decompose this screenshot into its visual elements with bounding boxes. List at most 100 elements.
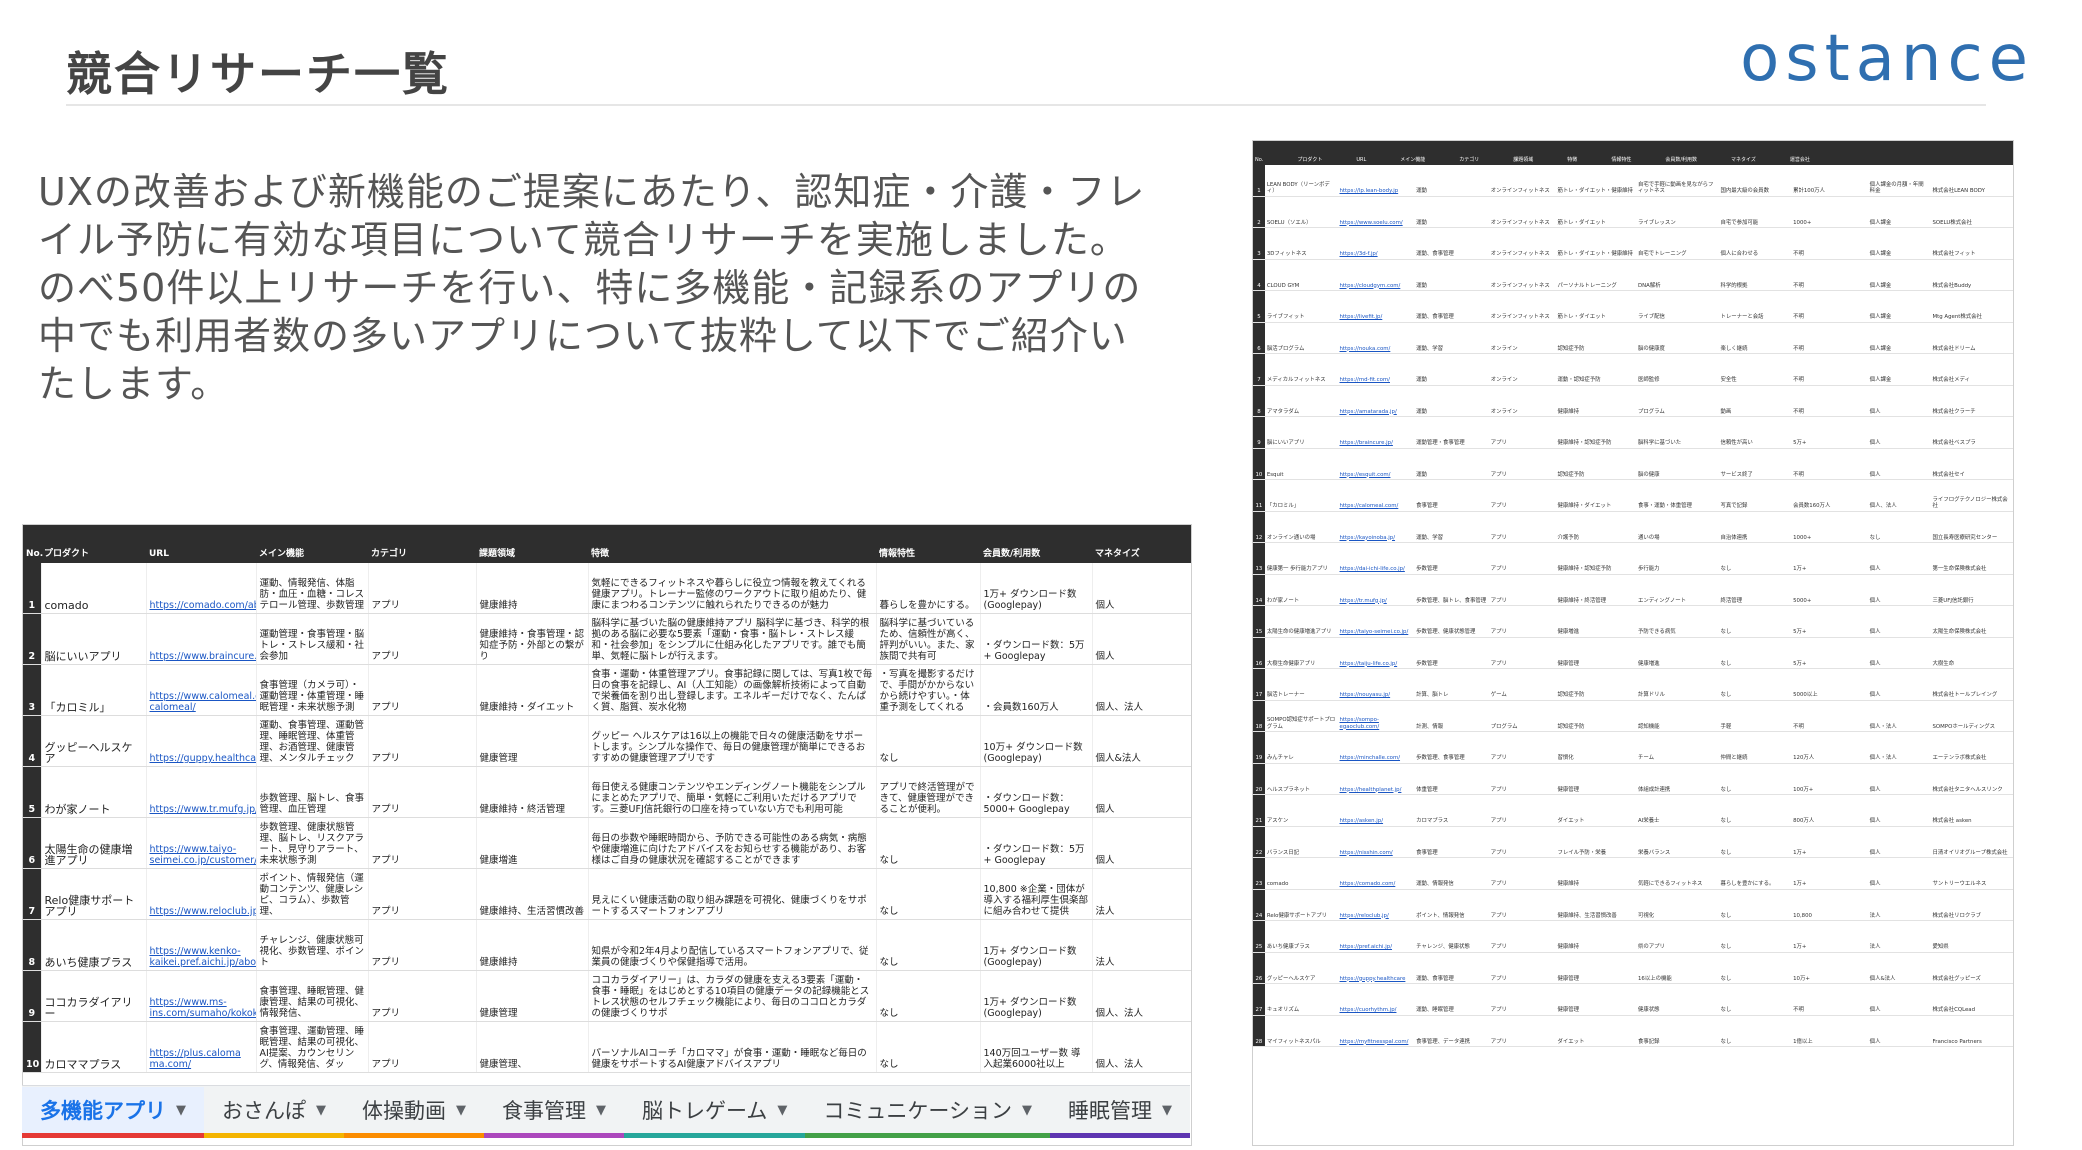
table-cell: 食事・運動・体重管理 bbox=[1637, 503, 1692, 510]
product-link[interactable]: https://lp.lean-body.jp bbox=[1338, 187, 1415, 195]
table-cell: 個人 bbox=[1869, 660, 1881, 667]
product-link[interactable]: https://nouka.com/ bbox=[1338, 345, 1415, 353]
column-header: カテゴリ bbox=[368, 525, 476, 563]
sheet-tab[interactable]: 体操動画 ▼ bbox=[344, 1087, 484, 1138]
table-cell: 21 bbox=[1253, 795, 1265, 826]
table-cell: 食事管理 bbox=[1416, 503, 1438, 510]
table-row: 20 ヘルスプラネット https://healthplanet.jp/体重管理 アプ… bbox=[1253, 763, 2013, 795]
product-link[interactable]: https://www.calomeal.com/about-calomeal/ bbox=[150, 691, 256, 713]
table-row: 3「カロミル」https://www.calomeal.com/about-ca… bbox=[23, 664, 1191, 716]
cell-area: 健康維持・食事管理・認知症予防・外部との繋がり bbox=[476, 613, 589, 665]
table-cell: 歩数管理、食事管理 bbox=[1416, 755, 1465, 762]
product-link[interactable]: https://guppy.healthcare bbox=[1338, 975, 1415, 983]
table-cell: 個人課金の月額・年間料金 bbox=[1869, 181, 1924, 195]
product-link[interactable]: https://taiju-life.co.jp/ bbox=[1338, 660, 1415, 668]
chevron-down-icon[interactable]: ▼ bbox=[316, 1103, 326, 1118]
table-cell: 16以上の機能 bbox=[1637, 975, 1672, 982]
table-cell: 手軽 bbox=[1720, 723, 1732, 730]
product-link[interactable]: https://myfitnesspal.com/ bbox=[1338, 1038, 1415, 1046]
product-link[interactable]: https://guppy.healthcare bbox=[150, 753, 256, 764]
table-cell: SOELU株式会社 bbox=[1932, 219, 1972, 226]
product-link[interactable]: https://comado.com/ bbox=[1338, 880, 1415, 888]
table-cell: 会員数160万人 bbox=[1793, 503, 1831, 510]
product-link[interactable]: https://asken.jp/ bbox=[1338, 817, 1415, 825]
product-link[interactable]: https://braincure.jp/ bbox=[1338, 439, 1415, 447]
chevron-down-icon[interactable]: ▼ bbox=[176, 1103, 186, 1118]
product-link[interactable]: https://tr.mufg.jp/ bbox=[1338, 597, 1415, 605]
product-link[interactable]: https://dai-ichi-life.co.jp/ bbox=[1338, 565, 1415, 573]
sheet-tab[interactable]: コミュニケーション ▼ bbox=[805, 1087, 1050, 1138]
table-row: 27 キュオリズム https://cuorhythm.jp/運動、睡眠管理 アプリ 健… bbox=[1253, 984, 2013, 1016]
product-link[interactable]: https://nouyasu.jp/ bbox=[1338, 691, 1415, 699]
product-link[interactable]: https://pref.aichi.jp/ bbox=[1338, 943, 1415, 951]
product-link[interactable]: https://plus.caloma ma.com/ bbox=[150, 1048, 241, 1070]
cell-product: あいち健康プラス bbox=[41, 919, 147, 971]
table-cell: アプリ bbox=[1490, 786, 1507, 793]
sheet-tab[interactable]: 食事管理 ▼ bbox=[484, 1087, 624, 1138]
sheet-tab-bar: 多機能アプリ ▼ おさんぽ ▼ 体操動画 ▼ 食事管理 ▼ 脳トレゲーム ▼ コミュニケーション ▼ 睡… bbox=[22, 1085, 1190, 1138]
sheet-tab[interactable]: 睡眠管理 ▼ bbox=[1049, 1087, 1190, 1138]
cell-category: アプリ bbox=[368, 563, 477, 614]
product-link[interactable]: https://healthplanet.jp/ bbox=[1338, 786, 1415, 794]
product-link[interactable]: https://www.ms-ins.com/sumaho/kokokaradi… bbox=[150, 997, 256, 1019]
product-link[interactable]: https://kayoinoba.jp/ bbox=[1338, 534, 1415, 542]
product-link[interactable]: https://cloudgym.com/ bbox=[1338, 282, 1415, 290]
table-cell: 株式会社リロクラブ bbox=[1932, 912, 1982, 919]
full-research-spreadsheet: No. プロダクト URL メイン機能 カテゴリ 課題領域 特徴 情報特性 会員数/利用数 マネタ… bbox=[1252, 140, 2014, 1146]
cell-no: 3 bbox=[23, 664, 42, 716]
intro-text: UXの改善および新機能のご提案にあたり、認知症・介護・フレ イル予防に有効な項目… bbox=[38, 168, 1198, 408]
chevron-down-icon[interactable]: ▼ bbox=[1162, 1103, 1172, 1118]
cell-feature: 毎日の歩数や睡眠時間から、予防できる可能性のある病気・病態や健康増進に向けたアド… bbox=[588, 817, 877, 869]
sheet-tab[interactable]: 脳トレゲーム ▼ bbox=[624, 1087, 806, 1138]
table-cell: サントリーウエルネス bbox=[1932, 881, 1987, 888]
sheet-tab[interactable]: 多機能アプリ ▼ bbox=[22, 1087, 204, 1138]
table-cell: 食事記録 bbox=[1637, 1038, 1660, 1045]
product-link[interactable]: https://reloclub.jp/ bbox=[1338, 912, 1415, 920]
table-cell: 不明 bbox=[1793, 471, 1804, 478]
product-link[interactable]: https://nisshin.com/ bbox=[1338, 849, 1415, 857]
cell-product: 太陽生命の健康増進アプリ bbox=[41, 817, 147, 869]
product-link[interactable]: https://livefit.jp/ bbox=[1338, 313, 1415, 321]
product-link[interactable]: https://www.taiyo-seimei.co.jp/customer/… bbox=[150, 844, 256, 866]
cell-product: 「カロミル」 bbox=[41, 664, 147, 716]
product-link[interactable]: https://www.braincure.jp/ bbox=[150, 651, 256, 662]
product-link[interactable]: https://3d-f.jp/ bbox=[1338, 250, 1415, 258]
table-cell: 23 bbox=[1253, 858, 1265, 889]
table-cell: トレーナーと会話 bbox=[1720, 314, 1764, 321]
cell-money: 個人&法人 bbox=[1092, 715, 1191, 767]
cell-feature: ココカラダイアリー」は、カラダの健康を支える3要素「運動・食事・睡眠」をはじめと… bbox=[588, 970, 877, 1022]
column-header: 課題領域 bbox=[476, 525, 588, 563]
table-cell: ゲーム bbox=[1490, 692, 1507, 699]
table-cell: 個人課金 bbox=[1869, 345, 1892, 352]
product-link[interactable]: https://taiyo-seimei.co.jp/ bbox=[1338, 628, 1415, 636]
product-link[interactable]: https://minchalle.com/ bbox=[1338, 754, 1415, 762]
table-cell: アプリ bbox=[1490, 1038, 1507, 1045]
product-link[interactable]: https://calomeal.com/ bbox=[1338, 502, 1415, 510]
table-cell: 脳活プログラム bbox=[1266, 345, 1305, 352]
product-link[interactable]: https://www.soelu.com/ bbox=[1338, 219, 1415, 227]
product-link[interactable]: https://sompo-egaoclub.com/ bbox=[1338, 716, 1415, 731]
product-link[interactable]: https://www.reloclub.jp/health/app/ bbox=[150, 906, 256, 917]
chevron-down-icon[interactable]: ▼ bbox=[596, 1103, 606, 1118]
product-link[interactable]: https://esquit.com/ bbox=[1338, 471, 1415, 479]
table-cell: 個人 bbox=[1869, 566, 1881, 573]
product-link[interactable]: https://md-fit.com/ bbox=[1338, 376, 1415, 384]
chevron-down-icon[interactable]: ▼ bbox=[777, 1103, 787, 1118]
chevron-down-icon[interactable]: ▼ bbox=[1022, 1103, 1032, 1118]
sheet-tab[interactable]: おさんぽ ▼ bbox=[204, 1087, 344, 1138]
table-cell: 三菱UFJ信託銀行 bbox=[1932, 597, 1974, 604]
table-cell: ダイエット bbox=[1557, 1038, 1585, 1045]
table-cell: 食事管理、データ連携 bbox=[1416, 1038, 1470, 1045]
table-cell: オンラインフィットネス bbox=[1490, 188, 1550, 195]
product-link[interactable]: https://amatarada.jp/ bbox=[1338, 408, 1415, 416]
cell-url: https://www.calomeal.com/about-calomeal/ bbox=[146, 664, 257, 716]
sheet-tab-label: 体操動画 bbox=[362, 1099, 446, 1123]
chevron-down-icon[interactable]: ▼ bbox=[456, 1103, 466, 1118]
product-link[interactable]: https://www.tr.mufg.jp/ippan/wagayanote/… bbox=[150, 804, 256, 815]
cell-category: アプリ bbox=[368, 715, 477, 767]
cell-main: 運動、食事管理、運動管理、睡眠管理、体重管理、お酒管理、健康管理、メンタルチェッ… bbox=[256, 715, 369, 767]
product-link[interactable]: https://comado.com/about.app bbox=[150, 600, 256, 611]
product-link[interactable]: https://cuorhythm.jp/ bbox=[1338, 1006, 1415, 1014]
product-link[interactable]: https://www.kenko-kaikei.pref.aichi.jp/a… bbox=[150, 946, 256, 968]
table-cell: 8 bbox=[1253, 385, 1265, 416]
